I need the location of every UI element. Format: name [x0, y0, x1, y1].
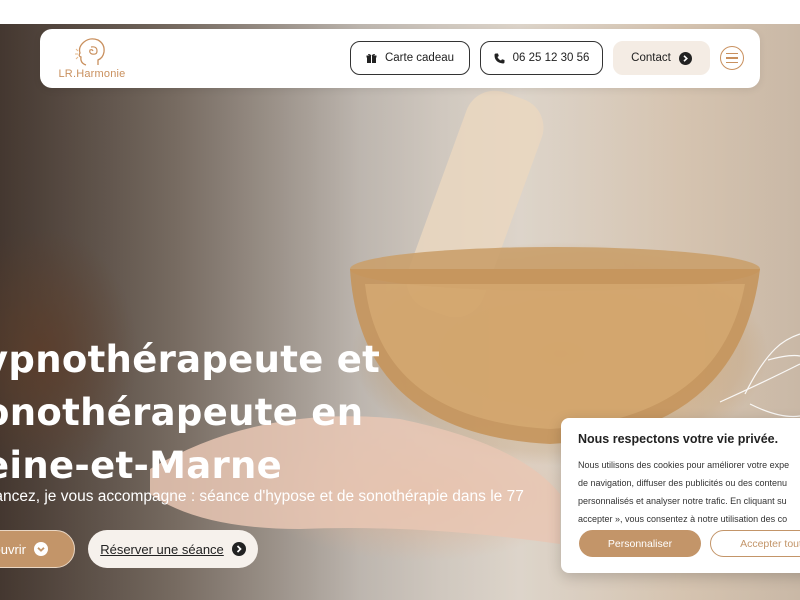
book-session-label: Réserver une séance — [100, 541, 224, 557]
hamburger-icon-line — [726, 61, 738, 64]
hero-title-line: eine-et-Marne — [0, 444, 283, 487]
accept-all-cookies-button[interactable]: Accepter tout — [710, 530, 800, 557]
hamburger-icon — [726, 52, 738, 55]
cookie-title: Nous respectons votre vie privée. — [578, 432, 779, 446]
arrow-circle-right-icon — [678, 51, 692, 65]
chevron-down-circle-icon — [34, 542, 48, 556]
menu-button[interactable] — [720, 46, 744, 70]
gift-card-button[interactable]: Carte cadeau — [350, 41, 470, 75]
arrow-circle-right-icon — [231, 542, 246, 556]
cookie-body-line: accepter », vous consentez à notre utili… — [578, 514, 788, 524]
hero-title-line: ypnothérapeute et — [0, 338, 381, 381]
cookie-body-line: de navigation, diffuser des publicités o… — [578, 478, 787, 488]
cookie-body-line: personnalisés et analyser notre trafic. … — [578, 496, 787, 506]
discover-label: couvrir — [0, 541, 26, 557]
gift-card-label: Carte cadeau — [384, 52, 455, 64]
hero-title: ypnothérapeute et onothérapeute en eine-… — [0, 333, 380, 492]
logo[interactable]: LR.Harmonie — [56, 35, 128, 83]
phone-label: 06 25 12 30 56 — [512, 52, 590, 64]
cookie-banner: Nous respectons votre vie privée. Nous u… — [561, 418, 800, 573]
site-header: LR.Harmonie Carte cadeau 06 25 12 30 56 … — [40, 29, 760, 88]
phone-icon — [494, 53, 505, 63]
customize-cookies-button[interactable]: Personnaliser — [579, 530, 701, 557]
contact-label: Contact — [631, 52, 671, 64]
gift-icon — [366, 53, 377, 63]
cookie-body-line: Nous utilisons des cookies pour améliore… — [578, 460, 790, 470]
contact-button[interactable]: Contact — [613, 41, 710, 75]
cookie-body: Nous utilisons des cookies pour améliore… — [578, 456, 800, 528]
hamburger-icon-line — [726, 57, 738, 59]
discover-button[interactable]: couvrir — [0, 530, 75, 568]
logo-text: LR.Harmonie — [58, 68, 126, 80]
book-session-button[interactable]: Réserver une séance — [88, 530, 258, 568]
head-spiral-icon — [75, 38, 105, 66]
hero-title-line: onothérapeute en — [0, 391, 364, 434]
phone-button[interactable]: 06 25 12 30 56 — [480, 41, 603, 75]
hero-subtitle: avancez, je vous accompagne : séance d'h… — [0, 488, 524, 505]
